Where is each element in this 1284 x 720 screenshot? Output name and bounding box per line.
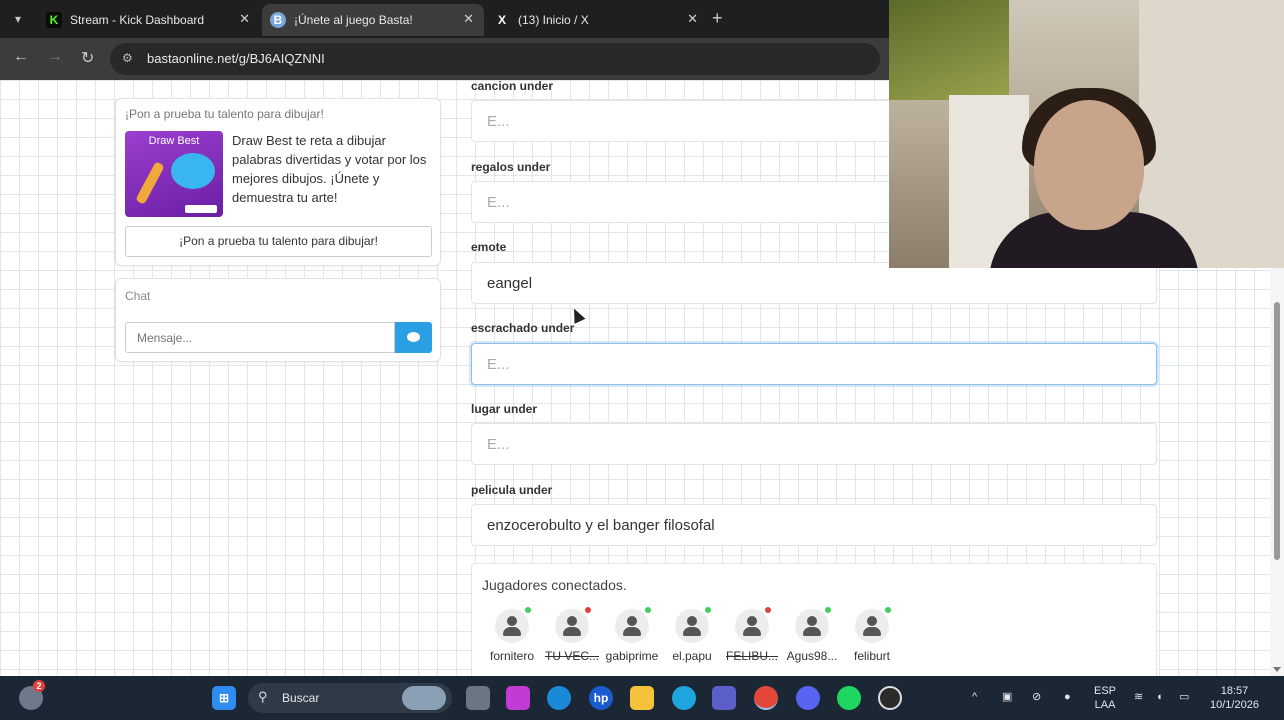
site-info-icon[interactable]: ⚙ <box>122 51 133 65</box>
back-arrow-icon[interactable]: ← <box>13 48 29 66</box>
tab-x-inicio[interactable]: X (13) Inicio / X ✕ <box>486 4 708 36</box>
user-avatar-icon <box>735 607 771 643</box>
player-name: feliburt <box>853 649 891 663</box>
teams-icon[interactable] <box>712 686 736 710</box>
hp-app-icon[interactable]: hp <box>589 686 613 710</box>
forward-arrow-icon[interactable]: → <box>47 48 63 66</box>
field-label-lugar: lugar under <box>471 402 538 416</box>
players-title: Jugadores conectados. <box>482 577 627 593</box>
promo-description: Draw Best te reta a dibujar palabras div… <box>232 133 427 205</box>
discord-icon[interactable] <box>796 686 820 710</box>
draw-best-promo-card: ¡Pon a prueba tu talento para dibujar! D… <box>115 98 441 266</box>
clock[interactable]: 18:57 10/1/2026 <box>1210 684 1259 712</box>
player-item[interactable]: feliburt <box>837 607 907 663</box>
field-label-pelicula: pelicula under <box>471 483 553 497</box>
wifi-icon[interactable]: ≋ <box>1134 690 1143 704</box>
promo-heading: ¡Pon a prueba tu talento para dibujar! <box>125 107 324 121</box>
app-globe-icon[interactable] <box>672 686 696 710</box>
field-label-emote: emote <box>471 240 507 254</box>
language-code: ESP <box>1094 685 1117 697</box>
scrollbar-thumb[interactable] <box>1274 302 1280 560</box>
search-icon: ⚲ <box>258 689 268 704</box>
close-tab-icon[interactable]: ✕ <box>239 11 250 27</box>
connected-players-panel: Jugadores conectados. fornitero TU VEC..… <box>471 563 1157 676</box>
tray-muted-app-icon[interactable]: ⊘ <box>1032 690 1041 704</box>
tray-overflow-chevron-icon[interactable]: ^ <box>972 690 977 704</box>
close-tab-icon[interactable]: ✕ <box>463 11 474 27</box>
online-status-dot <box>645 607 651 613</box>
tab-search-chevron-icon[interactable]: ▾ <box>8 9 28 29</box>
host-avatar-icon <box>675 607 711 643</box>
reload-icon[interactable]: ↻ <box>81 48 94 68</box>
chat-message-input[interactable] <box>125 322 395 353</box>
copilot-icon[interactable] <box>506 686 530 710</box>
keyboard-layout-code: LAA <box>1094 699 1116 711</box>
address-bar[interactable]: ⚙ bastaonline.net/g/BJ6AIQZNNI <box>110 43 880 75</box>
online-status-dot <box>705 607 711 613</box>
user-avatar-icon <box>495 607 531 643</box>
kick-logo-icon: K <box>46 12 62 28</box>
input-lugar-under[interactable]: E... <box>471 423 1157 465</box>
input-pelicula-under[interactable]: enzocerobulto y el banger filosofal <box>471 504 1157 546</box>
user-avatar-icon <box>855 607 891 643</box>
user-avatar-icon <box>555 607 591 643</box>
file-explorer-icon[interactable] <box>630 686 654 710</box>
url-text[interactable]: bastaonline.net/g/BJ6AIQZNNI <box>147 51 325 66</box>
online-status-dot <box>525 607 531 613</box>
basta-logo-icon: B <box>270 12 286 28</box>
tab-title: (13) Inicio / X <box>518 13 589 27</box>
input-emote[interactable]: eangel <box>471 262 1157 304</box>
windows-taskbar: 2 ⊞ ⚲ Buscar hp ^ ▣ ⊘ ● ESP LAA ≋ ◖ ▭ 18… <box>0 676 1284 720</box>
user-avatar-icon <box>615 607 651 643</box>
clock-time: 18:57 <box>1220 685 1249 697</box>
edge-browser-icon[interactable] <box>547 686 571 710</box>
task-view-icon[interactable] <box>466 686 490 710</box>
input-language-indicator[interactable]: ESP LAA <box>1094 684 1116 712</box>
speech-bubble-icon <box>407 332 420 342</box>
weather-widget-icon[interactable]: 2 <box>19 680 45 710</box>
microphone-icon[interactable]: ● <box>1064 690 1071 704</box>
online-status-dot <box>825 607 831 613</box>
user-avatar-icon <box>795 607 831 643</box>
paint-splash-shape <box>171 153 215 189</box>
new-tab-plus-icon[interactable]: + <box>712 8 723 29</box>
tab-kick-dashboard[interactable]: K Stream - Kick Dashboard ✕ <box>38 4 260 36</box>
weather-badge: 2 <box>33 680 45 692</box>
battery-icon[interactable]: ▭ <box>1179 690 1189 704</box>
volume-icon[interactable]: ◖ <box>1156 690 1163 704</box>
send-message-button[interactable] <box>395 322 432 353</box>
obs-studio-icon[interactable] <box>878 686 902 710</box>
chat-heading: Chat <box>125 289 151 303</box>
image-badge <box>185 205 217 213</box>
windows-start-icon[interactable]: ⊞ <box>212 686 236 710</box>
webcam-background-shelf <box>889 0 1009 100</box>
spotify-icon[interactable] <box>837 686 861 710</box>
paintbrush-icon <box>135 161 165 205</box>
clock-date: 10/1/2026 <box>1210 699 1259 711</box>
input-escrachado-under[interactable]: E... <box>471 343 1157 385</box>
field-label-escrachado: escrachado under <box>471 321 575 335</box>
chat-card: Chat <box>115 278 441 362</box>
taskbar-search-box[interactable]: ⚲ Buscar <box>248 683 452 713</box>
tab-title: Stream - Kick Dashboard <box>70 13 205 27</box>
online-status-dot <box>885 607 891 613</box>
offline-status-dot <box>765 607 771 613</box>
offline-status-dot <box>585 607 591 613</box>
chrome-browser-icon[interactable] <box>754 686 778 710</box>
field-label-regalos: regalos under <box>471 160 551 174</box>
search-highlight-image <box>402 686 446 710</box>
field-label-cancion: cancion under <box>471 80 554 93</box>
tray-app-icon[interactable]: ▣ <box>1002 690 1012 704</box>
draw-best-button[interactable]: ¡Pon a prueba tu talento para dibujar! <box>125 226 432 257</box>
tab-title: ¡Únete al juego Basta! <box>294 13 413 27</box>
draw-best-image-title: Draw Best <box>148 135 200 147</box>
taskbar-search-label: Buscar <box>282 691 320 705</box>
x-logo-icon: X <box>497 13 506 27</box>
webcam-person-face <box>1034 100 1144 230</box>
webcam-overlay <box>889 0 1284 268</box>
tab-basta[interactable]: B ¡Únete al juego Basta! ✕ <box>262 4 484 36</box>
scroll-down-arrow-icon[interactable] <box>1273 667 1281 672</box>
close-tab-icon[interactable]: ✕ <box>687 11 698 27</box>
draw-best-image[interactable]: Draw Best <box>125 131 223 217</box>
